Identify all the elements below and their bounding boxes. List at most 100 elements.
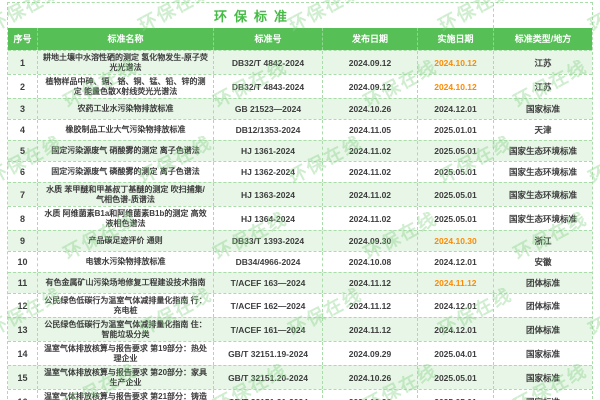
standard-name-cell: 温室气体排放核算与报告要求 第19部分：热处理企业 <box>38 342 214 365</box>
row-index-cell: 6 <box>8 162 38 182</box>
publish-date-cell: 2024.10.26 <box>323 390 418 400</box>
publish-date-cell: 2024.10.26 <box>323 366 418 389</box>
implement-date-cell: 2024.10.30 <box>418 231 494 251</box>
row-index-cell: 11 <box>8 273 38 293</box>
implement-date-cell: 2024.12.01 <box>418 252 494 272</box>
table-row: 5 固定污染源废气 硝酸雾的测定 离子色谱法 HJ 1361-2024 2024… <box>8 140 592 161</box>
publish-date-cell: 2024.11.02 <box>323 183 418 206</box>
row-index-cell: 12 <box>8 294 38 317</box>
table-row: 9 产品碳足迹评价 通则 DB33/T 1393-2024 2024.09.30… <box>8 230 592 251</box>
type-region-cell: 国家标准 <box>494 342 592 365</box>
standard-name-cell: 植物样品中砷、镉、铬、铜、锰、铅、锌的测定 能量色散X射线荧光光谱法 <box>38 75 214 98</box>
type-region-cell: 江苏 <box>494 51 592 74</box>
publish-date-cell: 2024.09.12 <box>323 75 418 98</box>
standard-number-cell: DB32/T 4842-2024 <box>214 51 323 74</box>
standards-table: 环保标准 序号 标准名称 标准号 发布日期 实施日期 标准类型/地方 1 耕地土… <box>7 2 593 400</box>
row-index-cell: 15 <box>8 366 38 389</box>
row-index-cell: 1 <box>8 51 38 74</box>
implement-date-cell: 2024.12.01 <box>418 294 494 317</box>
column-header-name: 标准名称 <box>38 28 214 50</box>
row-index-cell: 10 <box>8 252 38 272</box>
standard-name-cell: 温室气体排放核算与报告要求 第21部分：铸造企业 <box>38 390 214 400</box>
implement-date-cell: 2025.01.01 <box>418 120 494 140</box>
implement-date-cell: 2024.10.12 <box>418 51 494 74</box>
type-region-cell: 团体标准 <box>494 294 592 317</box>
row-index-cell: 14 <box>8 342 38 365</box>
table-row: 6 固定污染源废气 磷酸雾的测定 离子色谱法 HJ 1362-2024 2024… <box>8 161 592 182</box>
type-region-cell: 天津 <box>494 120 592 140</box>
standard-number-cell: DB12/1353-2024 <box>214 120 323 140</box>
type-region-cell: 国家标准 <box>494 390 592 400</box>
standard-name-cell: 公民绿色低碳行为温室气体减排量化指南 行：充电桩 <box>38 294 214 317</box>
row-index-cell: 3 <box>8 99 38 119</box>
table-row: 3 农药工业水污染物排放标准 GB 21523—2024 2024.10.26 … <box>8 98 592 119</box>
standard-name-cell: 水质 苯甲醚和甲基叔丁基醚的测定 吹扫捕集/气相色谱-质谱法 <box>38 183 214 206</box>
type-region-cell: 国家生态环境标准 <box>494 207 592 230</box>
standard-number-cell: DB33/T 1393-2024 <box>214 231 323 251</box>
title-row: 环保标准 <box>8 3 592 28</box>
title-cell: 环保标准 <box>8 3 494 28</box>
row-index-cell: 4 <box>8 120 38 140</box>
column-header-type-region: 标准类型/地方 <box>494 28 592 50</box>
standard-name-cell: 耕地土壤中水溶性硒的测定 氢化物发生-原子荧光光谱法 <box>38 51 214 74</box>
publish-date-cell: 2024.11.12 <box>323 294 418 317</box>
table-row: 13 公民绿色低碳行为温室气体减排量化指南 住：智能垃圾分类 T/ACEF 16… <box>8 317 592 341</box>
table-row: 15 温室气体排放核算与报告要求 第20部分：家具生产企业 GB/T 32151… <box>8 365 592 389</box>
implement-date-cell: 2025.04.01 <box>418 342 494 365</box>
implement-date-cell: 2025.05.01 <box>418 390 494 400</box>
standard-number-cell: HJ 1362-2024 <box>214 162 323 182</box>
table-row: 1 耕地土壤中水溶性硒的测定 氢化物发生-原子荧光光谱法 DB32/T 4842… <box>8 50 592 74</box>
implement-date-cell: 2024.11.12 <box>418 273 494 293</box>
standard-name-cell: 固定污染源废气 磷酸雾的测定 离子色谱法 <box>38 162 214 182</box>
type-region-cell: 国家生态环境标准 <box>494 141 592 161</box>
publish-date-cell: 2024.11.02 <box>323 162 418 182</box>
implement-date-cell: 2025.05.01 <box>418 207 494 230</box>
publish-date-cell: 2024.10.08 <box>323 252 418 272</box>
row-index-cell: 13 <box>8 318 38 341</box>
row-index-cell: 9 <box>8 231 38 251</box>
table-row: 8 水质 阿维菌素B1a和阿维菌素B1b的测定 高效液相色谱法 HJ 1364-… <box>8 206 592 230</box>
standard-name-cell: 水质 阿维菌素B1a和阿维菌素B1b的测定 高效液相色谱法 <box>38 207 214 230</box>
implement-date-cell: 2025.05.01 <box>418 183 494 206</box>
standard-number-cell: HJ 1363-2024 <box>214 183 323 206</box>
standard-name-cell: 农药工业水污染物排放标准 <box>38 99 214 119</box>
type-region-cell: 国家生态环境标准 <box>494 162 592 182</box>
standard-number-cell: T/ACEF 162—2024 <box>214 294 323 317</box>
table-row: 16 温室气体排放核算与报告要求 第21部分：铸造企业 GB/T 32151.2… <box>8 389 592 400</box>
standard-name-cell: 公民绿色低碳行为温室气体减排量化指南 住：智能垃圾分类 <box>38 318 214 341</box>
publish-date-cell: 2024.11.05 <box>323 120 418 140</box>
row-index-cell: 7 <box>8 183 38 206</box>
standard-number-cell: T/ACEF 161—2024 <box>214 318 323 341</box>
column-header-publish-date: 发布日期 <box>323 28 418 50</box>
table-row: 11 有色金属矿山污染场地修复工程建设技术指南 T/ACEF 163—2024 … <box>8 272 592 293</box>
table-row: 4 橡胶制品工业大气污染物排放标准 DB12/1353-2024 2024.11… <box>8 119 592 140</box>
implement-date-cell: 2025.05.01 <box>418 141 494 161</box>
table-body: 1 耕地土壤中水溶性硒的测定 氢化物发生-原子荧光光谱法 DB32/T 4842… <box>8 50 592 400</box>
standard-number-cell: T/ACEF 163—2024 <box>214 273 323 293</box>
standard-number-cell: GB 21523—2024 <box>214 99 323 119</box>
table-row: 2 植物样品中砷、镉、铬、铜、锰、铅、锌的测定 能量色散X射线荧光光谱法 DB3… <box>8 74 592 98</box>
type-region-cell: 国家标准 <box>494 99 592 119</box>
column-header-standard-no: 标准号 <box>214 28 323 50</box>
publish-date-cell: 2024.10.26 <box>323 99 418 119</box>
publish-date-cell: 2024.11.12 <box>323 273 418 293</box>
table-row: 7 水质 苯甲醚和甲基叔丁基醚的测定 吹扫捕集/气相色谱-质谱法 HJ 1363… <box>8 182 592 206</box>
standard-number-cell: HJ 1364-2024 <box>214 207 323 230</box>
standard-number-cell: HJ 1361-2024 <box>214 141 323 161</box>
publish-date-cell: 2024.11.02 <box>323 207 418 230</box>
standard-name-cell: 产品碳足迹评价 通则 <box>38 231 214 251</box>
type-region-cell: 国家生态环境标准 <box>494 183 592 206</box>
standard-number-cell: DB32/T 4843-2024 <box>214 75 323 98</box>
table-row: 12 公民绿色低碳行为温室气体减排量化指南 行：充电桩 T/ACEF 162—2… <box>8 293 592 317</box>
row-index-cell: 8 <box>8 207 38 230</box>
implement-date-cell: 2025.05.01 <box>418 366 494 389</box>
table-row: 10 电镀水污染物排放标准 DB34/4966-2024 2024.10.08 … <box>8 251 592 272</box>
standard-name-cell: 橡胶制品工业大气污染物排放标准 <box>38 120 214 140</box>
page-title: 环保标准 <box>207 6 294 25</box>
publish-date-cell: 2024.11.12 <box>323 318 418 341</box>
row-index-cell: 2 <box>8 75 38 98</box>
column-header-index: 序号 <box>8 28 38 50</box>
type-region-cell: 浙江 <box>494 231 592 251</box>
standard-name-cell: 温室气体排放核算与报告要求 第20部分：家具生产企业 <box>38 366 214 389</box>
column-header-implement-date: 实施日期 <box>418 28 494 50</box>
